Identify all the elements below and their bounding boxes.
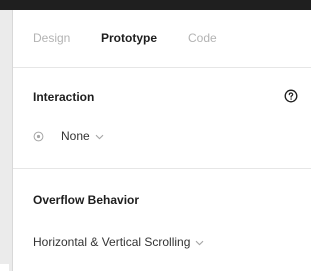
properties-panel: Design Prototype Code Interaction None O… bbox=[13, 10, 311, 271]
overflow-behavior-dropdown[interactable]: Horizontal & Vertical Scrolling bbox=[33, 233, 204, 251]
overflow-section-title: Overflow Behavior bbox=[33, 193, 140, 207]
chevron-down-icon bbox=[196, 240, 204, 245]
interaction-value: None bbox=[61, 129, 90, 143]
tab-prototype[interactable]: Prototype bbox=[101, 30, 157, 46]
canvas-edge bbox=[0, 10, 12, 271]
interaction-section-title: Interaction bbox=[33, 90, 95, 104]
tab-design[interactable]: Design bbox=[33, 30, 70, 46]
canvas-corner bbox=[0, 264, 9, 271]
section-divider bbox=[13, 168, 311, 169]
tab-code[interactable]: Code bbox=[188, 30, 217, 46]
target-icon bbox=[33, 131, 44, 141]
overflow-value: Horizontal & Vertical Scrolling bbox=[33, 235, 191, 249]
panel-tabs: Design Prototype Code bbox=[13, 10, 311, 67]
interaction-trigger-dropdown[interactable]: None bbox=[33, 127, 104, 145]
chevron-down-icon bbox=[95, 134, 104, 139]
window-top-bar bbox=[0, 0, 311, 10]
section-divider bbox=[13, 67, 311, 68]
question-circle-icon[interactable] bbox=[284, 89, 298, 103]
